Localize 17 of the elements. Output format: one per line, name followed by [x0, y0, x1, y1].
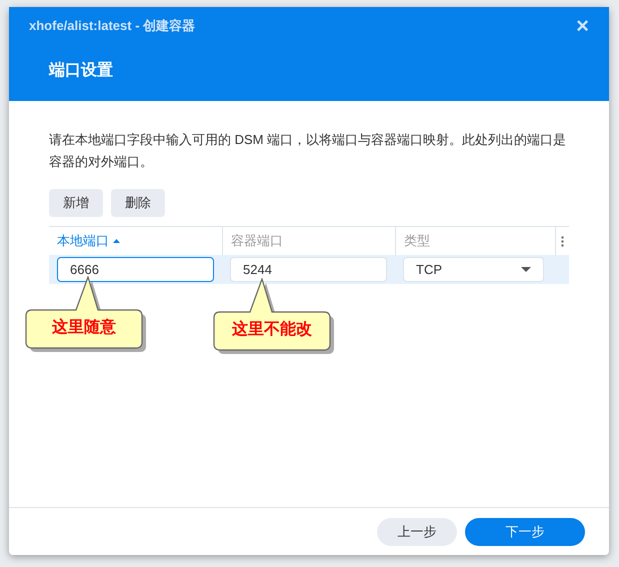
column-header[interactable]: 本地端口 [57, 231, 109, 251]
input-field[interactable]: 6666 [57, 257, 214, 282]
callout-text: 这里随意 [51, 318, 117, 338]
step-title: 端口设置 [48, 60, 114, 81]
sort-up-icon [113, 239, 120, 243]
more-icon[interactable] [561, 236, 564, 246]
type-dropdown[interactable]: TCP [403, 257, 544, 282]
toolbar-button[interactable]: 新增 [49, 189, 103, 217]
next-button[interactable]: 下一步 [465, 518, 585, 546]
back-button[interactable]: 上一步 [377, 518, 457, 546]
callout-text: 这里不能改 [231, 320, 313, 340]
input-field[interactable]: 5244 [230, 257, 387, 282]
caret-icon [521, 267, 531, 272]
toolbar-button[interactable]: 删除 [111, 189, 165, 217]
description: 请在本地端口字段中输入可用的 DSM 端口，以将端口与容器端口映射。此处列出的端口是容器的对外端口。 [49, 131, 568, 171]
table-row[interactable]: 6666 5244 TCP [49, 255, 569, 284]
window-title: xhofe/alist:latest - 创建容器 [29, 17, 196, 36]
